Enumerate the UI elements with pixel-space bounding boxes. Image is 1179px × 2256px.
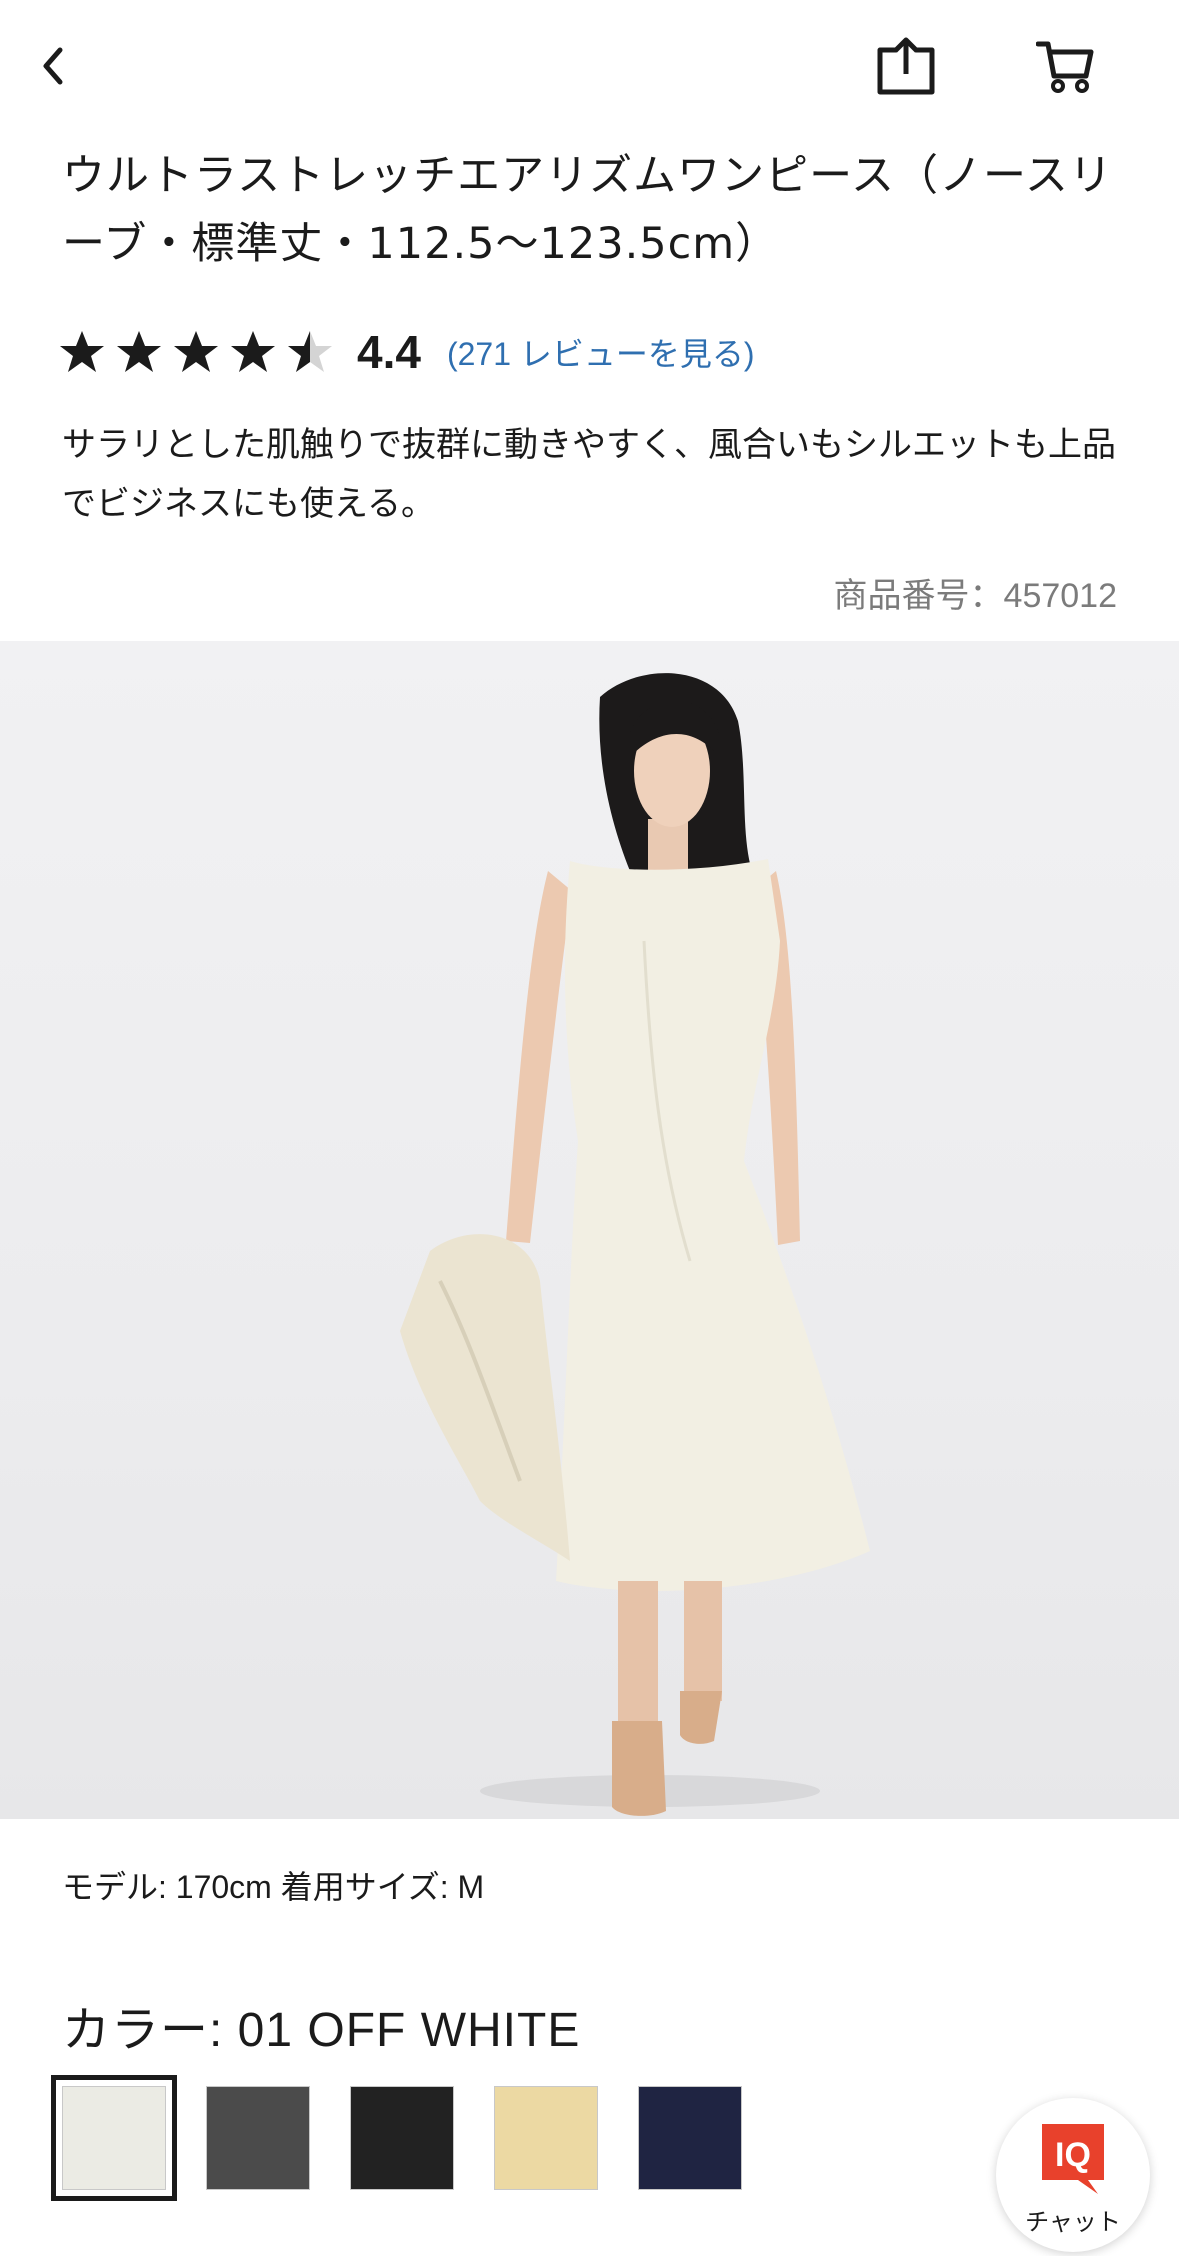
rating-value: 4.4 bbox=[357, 326, 421, 378]
color-label: カラー: 01 OFF WHITE bbox=[62, 2004, 581, 2057]
product-number: 商品番号：457012 bbox=[833, 577, 1117, 615]
color-swatch[interactable] bbox=[350, 2086, 454, 2190]
star-rating bbox=[58, 329, 343, 375]
product-title: ウルトラストレッチエアリズムワンピース（ノースリーブ・標準丈・112.5〜123… bbox=[62, 151, 1113, 269]
share-icon[interactable] bbox=[876, 36, 936, 96]
color-swatch[interactable] bbox=[51, 2075, 177, 2201]
star-full-icon bbox=[60, 331, 104, 372]
star-full-icon bbox=[174, 331, 218, 372]
star-half-icon bbox=[288, 331, 332, 372]
iq-logo-text: IQ bbox=[1055, 2136, 1091, 2174]
rating-row: 4.4 (271 レビューを見る) bbox=[58, 322, 755, 382]
star-full-icon bbox=[231, 331, 275, 372]
color-swatch[interactable] bbox=[494, 2086, 598, 2190]
product-description: サラリとした肌触りで抜群に動きやすく、風合いもシルエットも上品でビジネスにも使え… bbox=[62, 425, 1116, 524]
chat-label: チャット bbox=[1025, 2208, 1121, 2236]
product-photo[interactable] bbox=[0, 641, 1179, 1819]
star-full-icon bbox=[117, 331, 161, 372]
back-chevron-icon[interactable] bbox=[36, 42, 72, 90]
iq-logo-icon: IQ bbox=[1042, 2124, 1104, 2194]
color-swatches bbox=[51, 2075, 782, 2201]
color-swatch[interactable] bbox=[206, 2086, 310, 2190]
color-swatch[interactable] bbox=[638, 2086, 742, 2190]
cart-icon[interactable] bbox=[1036, 38, 1094, 94]
chat-button[interactable]: IQ チャット bbox=[996, 2098, 1150, 2252]
top-bar bbox=[0, 0, 1179, 135]
model-illustration bbox=[400, 673, 870, 1816]
review-link[interactable]: (271 レビューを見る) bbox=[447, 329, 755, 375]
model-info: モデル: 170cm 着用サイズ: M bbox=[62, 1869, 485, 1905]
